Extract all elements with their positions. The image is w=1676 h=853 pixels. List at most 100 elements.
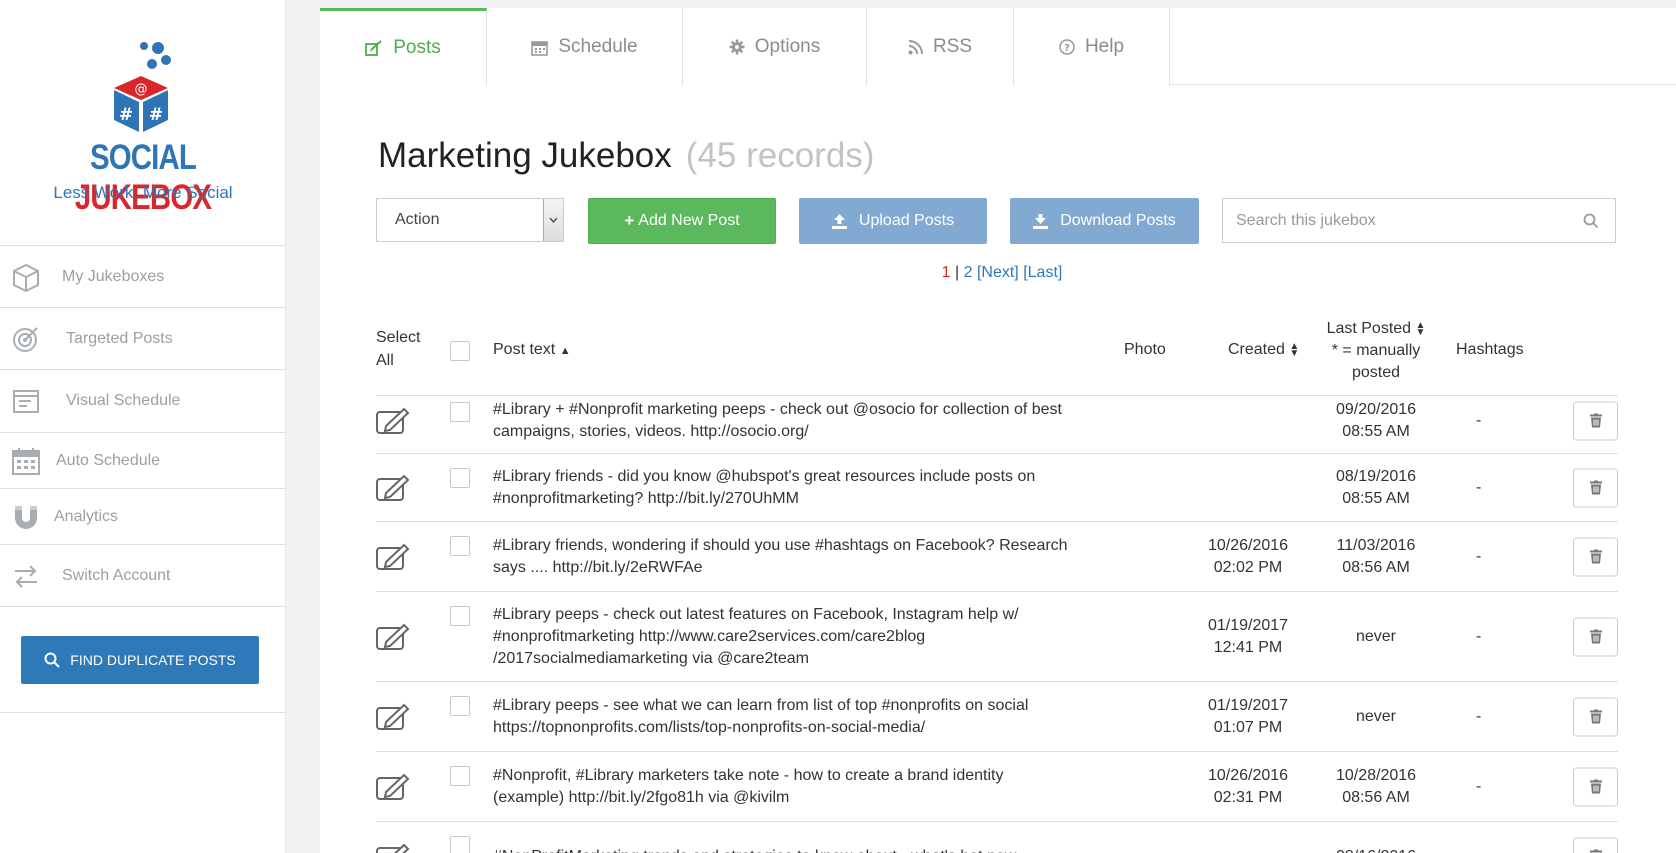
page-separator: | (950, 264, 964, 281)
upload-icon (831, 213, 847, 229)
logo-cube-icon: @ # # (114, 42, 171, 132)
svg-text:#: # (149, 105, 163, 125)
sort-up-icon: ▲ (559, 345, 571, 357)
tab-schedule[interactable]: Schedule (487, 8, 683, 86)
download-posts-label: Download Posts (1060, 212, 1176, 229)
post-text-header[interactable]: Post text ▲ (493, 341, 571, 359)
find-duplicate-posts-button[interactable]: FIND DUPLICATE POSTS (21, 636, 259, 684)
row-checkbox[interactable] (450, 606, 470, 626)
brand-part1: SOCIAL (89, 138, 197, 177)
sidebar-item-switch-account[interactable]: Switch Account (0, 545, 286, 607)
row-checkbox[interactable] (450, 468, 470, 488)
delete-button[interactable] (1573, 767, 1618, 806)
add-new-post-label: Add New Post (638, 212, 740, 229)
brand-tagline: Less Work, More Social (53, 183, 233, 202)
divider (0, 712, 286, 713)
last-posted-cell: 10/28/2016 08:56 AM (1326, 765, 1426, 809)
switch-arrows-icon (15, 564, 37, 588)
row-checkbox[interactable] (450, 536, 470, 556)
last-posted-cell: never (1326, 626, 1426, 648)
delete-button[interactable] (1573, 837, 1618, 853)
sidebar-item-auto-schedule[interactable]: Auto Schedule (0, 433, 286, 489)
created-date: 01/19/2017 (1207, 696, 1289, 714)
posted-time: 08:55 AM (1342, 422, 1410, 440)
tab-posts[interactable]: Posts (320, 8, 487, 86)
tab-label: Schedule (558, 36, 638, 57)
delete-button[interactable] (1573, 697, 1618, 736)
plus-icon: + (624, 211, 635, 230)
row-checkbox[interactable] (450, 836, 470, 853)
edit-icon[interactable] (376, 843, 410, 853)
tab-label: Options (754, 36, 821, 57)
post-text: #Nonprofit, #Library marketers take note… (493, 766, 1004, 806)
sidebar-item-label: Switch Account (62, 566, 171, 584)
row-checkbox[interactable] (450, 402, 470, 422)
edit-icon[interactable] (376, 773, 410, 801)
brand-name: SOCIAL JUKEBOX (23, 138, 263, 218)
created-header[interactable]: Created ▲ ▼ (1228, 341, 1299, 359)
sidebar-item-analytics[interactable]: Analytics (0, 489, 286, 545)
upload-posts-button[interactable]: Upload Posts (799, 198, 987, 244)
row-checkbox[interactable] (450, 696, 470, 716)
post-text: #Library peeps - check out latest featur… (493, 605, 1019, 667)
tab-bar: Posts Schedule Options RSS ? Help (320, 8, 1676, 86)
last-posted-header-label: Last Posted (1326, 320, 1412, 337)
delete-button[interactable] (1573, 468, 1618, 507)
edit-icon[interactable] (376, 407, 410, 435)
sidebar-item-targeted-posts[interactable]: Targeted Posts (0, 308, 286, 370)
delete-button[interactable] (1573, 401, 1618, 440)
add-new-post-button[interactable]: + Add New Post (588, 198, 776, 244)
page-next-link[interactable]: [Next] (977, 264, 1019, 281)
svg-text:#: # (119, 105, 133, 125)
page-last-link[interactable]: [Last] (1023, 264, 1062, 281)
posted-date: 10/28/2016 (1335, 766, 1417, 784)
last-posted-header-note: * = manually posted (1331, 342, 1421, 381)
last-posted-cell: 08/19/2016 08:55 AM (1326, 466, 1426, 510)
search-input[interactable]: Search this jukebox (1222, 198, 1616, 243)
cube-icon (13, 263, 39, 292)
created-time: 02:31 PM (1213, 788, 1283, 806)
table-row: #Nonprofit, #Library marketers take note… (376, 752, 1618, 822)
last-posted-cell: 08/16/2016 (1326, 846, 1426, 853)
page-2-link[interactable]: 2 (964, 264, 973, 281)
delete-button[interactable] (1573, 537, 1618, 576)
edit-icon[interactable] (376, 543, 410, 571)
edit-icon[interactable] (376, 703, 410, 731)
tab-options[interactable]: Options (683, 8, 867, 86)
select-all-label: Select All (376, 329, 421, 369)
last-posted-header[interactable]: Last Posted ▲ ▼ * = manually posted (1316, 318, 1436, 384)
sidebar-item-label: Targeted Posts (66, 329, 173, 347)
edit-icon[interactable] (376, 623, 410, 651)
table-row: #Library friends, wondering if should yo… (376, 522, 1618, 592)
post-text: #Library friends, wondering if should yo… (493, 536, 1068, 576)
page-title: Marketing Jukebox (45 records) (378, 136, 874, 176)
post-text: #NonProfitMarketing trends and strategie… (493, 846, 1078, 853)
gear-icon (729, 39, 745, 55)
chevron-down-icon (543, 199, 563, 241)
pagination: 1 | 2 [Next] [Last] (320, 264, 1676, 282)
sidebar-item-label: Auto Schedule (56, 451, 161, 469)
row-checkbox[interactable] (450, 766, 470, 786)
posted-time: 08:56 AM (1342, 788, 1410, 806)
created-cell: 01/19/2017 01:07 PM (1198, 695, 1298, 739)
post-text: #Library friends - did you know @hubspot… (493, 467, 1036, 507)
tab-rss[interactable]: RSS (867, 8, 1014, 86)
hashtags-cell: - (1476, 707, 1482, 725)
action-select[interactable]: Action (376, 198, 564, 242)
schedule-list-icon (13, 390, 39, 413)
target-icon (13, 326, 38, 352)
posted-date: 11/03/2016 (1336, 536, 1416, 554)
table-row: #Library peeps - check out latest featur… (376, 592, 1618, 682)
sidebar-item-visual-schedule[interactable]: Visual Schedule (0, 370, 286, 433)
trash-icon (1589, 709, 1602, 724)
select-all-checkbox[interactable] (450, 341, 470, 361)
posts-icon (365, 40, 382, 56)
delete-button[interactable] (1573, 617, 1618, 656)
sort-icon: ▲ ▼ (1415, 319, 1426, 338)
posted-time: 08:56 AM (1342, 558, 1410, 576)
sidebar-item-my-jukeboxes[interactable]: My Jukeboxes (0, 246, 286, 308)
edit-icon[interactable] (376, 474, 410, 502)
download-posts-button[interactable]: Download Posts (1010, 198, 1199, 244)
jukebox-name: Marketing Jukebox (378, 136, 672, 175)
tab-help[interactable]: ? Help (1014, 8, 1170, 86)
